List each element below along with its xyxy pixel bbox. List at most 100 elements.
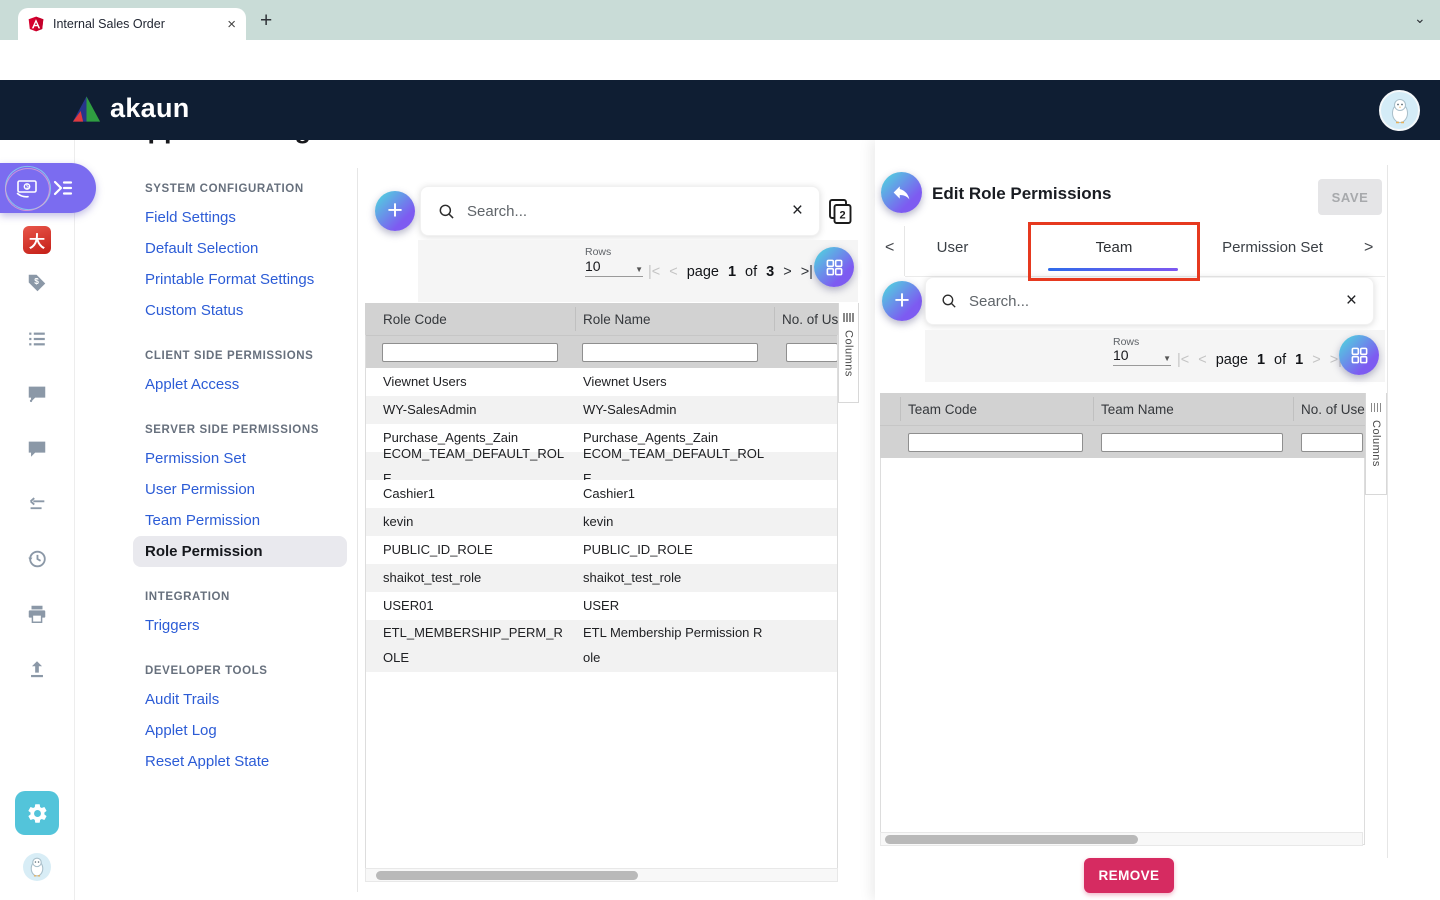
rail-app-tile-icon[interactable]: 大: [23, 226, 51, 254]
floating-sidebar-pill[interactable]: $: [0, 161, 96, 216]
drawer-back-button[interactable]: [881, 172, 922, 213]
team-code-filter-input[interactable]: [908, 433, 1083, 452]
cell-role-name: Viewnet Users: [583, 374, 667, 390]
table-row[interactable]: ETL_MEMBERSHIP_PERM_ROLE ETL Membership P…: [365, 620, 838, 672]
scrollbar-thumb[interactable]: [885, 835, 1138, 844]
role-search-bar[interactable]: ×: [420, 186, 820, 236]
listing-pager: |< < page 1 of 3 > >|: [648, 264, 813, 280]
first-page-button[interactable]: |<: [1177, 352, 1189, 368]
price-tag-icon[interactable]: $: [26, 272, 48, 294]
menu-item-user-permission[interactable]: User Permission: [145, 474, 350, 505]
decorative-ring: [1, 163, 54, 216]
team-name-filter-input[interactable]: [1101, 433, 1283, 452]
divider: [357, 168, 358, 892]
table-row[interactable]: Cashier1 Cashier1: [365, 480, 838, 508]
role-table-filter-row: [365, 335, 838, 368]
menu-item-custom-status[interactable]: Custom Status: [145, 295, 350, 326]
chat-bubble2-icon[interactable]: [26, 438, 48, 460]
table-row[interactable]: WY-SalesAdmin WY-SalesAdmin: [365, 396, 838, 424]
prev-page-button[interactable]: <: [1198, 352, 1206, 368]
penguin-icon: [1391, 98, 1408, 123]
annotation-highlight-box: [1028, 222, 1200, 281]
menu-item-applet-log[interactable]: Applet Log: [145, 715, 350, 746]
printer-icon[interactable]: [26, 603, 48, 625]
team-search-bar[interactable]: ×: [925, 277, 1374, 325]
next-page-button[interactable]: >: [1312, 352, 1320, 368]
browser-tab[interactable]: Internal Sales Order ×: [18, 8, 246, 40]
rail-penguin-avatar[interactable]: [23, 853, 51, 881]
columns-side-tab[interactable]: Columns: [838, 303, 859, 403]
list-icon[interactable]: [26, 328, 48, 350]
table-row[interactable]: Viewnet Users Viewnet Users: [365, 368, 838, 396]
menu-section-header: SERVER SIDE PERMISSIONS: [145, 424, 319, 436]
chat-bubble-icon[interactable]: [26, 383, 48, 405]
table-row[interactable]: shaikot_test_role shaikot_test_role: [365, 564, 838, 592]
role-name-filter-input[interactable]: [582, 343, 758, 362]
compare-arrows-icon[interactable]: [26, 494, 48, 516]
prev-page-button[interactable]: <: [669, 264, 677, 280]
clear-search-icon[interactable]: ×: [1346, 290, 1357, 312]
browser-toolbar: ← → ⟳ akaun.cloud/#/applet/tnt/wavelet/e…: [0, 40, 1440, 114]
history-clock-icon[interactable]: [26, 548, 48, 570]
menu-item-reset-applet-state[interactable]: Reset Applet State: [145, 746, 350, 777]
cell-role-code: shaikot_test_role: [383, 570, 482, 586]
horizontal-scrollbar[interactable]: [880, 832, 1363, 846]
add-role-button[interactable]: +: [375, 191, 415, 231]
add-team-button[interactable]: +: [882, 281, 922, 321]
no-of-users-filter-input[interactable]: [786, 343, 838, 362]
table-row[interactable]: USER01 USER: [365, 592, 838, 620]
last-page-button[interactable]: >|: [801, 264, 813, 280]
akaun-logo[interactable]: akaun: [70, 93, 190, 124]
cell-role-name: PUBLIC_ID_ROLE: [583, 542, 693, 558]
menu-item-team-permission[interactable]: Team Permission: [145, 505, 350, 536]
col-team-name[interactable]: Team Name: [1101, 402, 1174, 417]
col-role-code[interactable]: Role Code: [383, 312, 447, 327]
menu-item-role-permission-selected[interactable]: Role Permission: [133, 536, 347, 567]
rows-per-page-select[interactable]: 10 ▼: [1113, 347, 1171, 366]
col-no-of-users[interactable]: No. of Users: [1301, 402, 1365, 417]
grid-view-button[interactable]: [814, 247, 854, 287]
first-page-button[interactable]: |<: [648, 264, 660, 280]
new-tab-button[interactable]: +: [260, 9, 272, 33]
role-code-filter-input[interactable]: [382, 343, 558, 362]
tab-user[interactable]: User: [915, 239, 990, 256]
col-role-name[interactable]: Role Name: [583, 312, 651, 327]
tabs-scroll-right-icon[interactable]: >: [1364, 239, 1373, 257]
tab-permission-set[interactable]: Permission Set: [1215, 239, 1330, 256]
role-search-input[interactable]: [465, 201, 792, 221]
grid-icon: [826, 259, 842, 275]
table-row[interactable]: ECOM_TEAM_DEFAULT_ROLE ECOM_TEAM_DEFAULT_…: [365, 446, 838, 486]
upload-icon[interactable]: [26, 658, 48, 680]
collapse-menu-icon[interactable]: [52, 178, 74, 198]
next-page-button[interactable]: >: [783, 264, 791, 280]
tab-close-icon[interactable]: ×: [227, 17, 236, 32]
page-word: page: [1215, 352, 1248, 368]
save-button[interactable]: SAVE: [1318, 179, 1382, 215]
table-row[interactable]: kevin kevin: [365, 508, 838, 536]
columns-side-tab[interactable]: Columns: [1365, 393, 1387, 495]
menu-item-audit-trails[interactable]: Audit Trails: [145, 684, 350, 715]
menu-item-printable-format-settings[interactable]: Printable Format Settings: [145, 264, 350, 295]
team-search-input[interactable]: [967, 291, 1346, 311]
no-of-users-filter-input[interactable]: [1301, 433, 1363, 452]
settings-gear-button[interactable]: [15, 791, 59, 835]
tab-search-chevron-icon[interactable]: ⌄: [1414, 10, 1426, 27]
horizontal-scrollbar[interactable]: [365, 868, 838, 882]
menu-item-default-selection[interactable]: Default Selection: [145, 233, 350, 264]
scrollbar-thumb[interactable]: [376, 871, 638, 880]
grid-view-button[interactable]: [1339, 335, 1379, 375]
col-team-code[interactable]: Team Code: [908, 402, 977, 417]
angular-favicon: [28, 16, 44, 32]
menu-item-field-settings[interactable]: Field Settings: [145, 202, 350, 233]
clear-search-icon[interactable]: ×: [792, 200, 803, 222]
menu-item-applet-access[interactable]: Applet Access: [145, 369, 350, 400]
menu-item-permission-set[interactable]: Permission Set: [145, 443, 350, 474]
rows-per-page-select[interactable]: 10 ▼: [585, 258, 643, 277]
app-user-avatar[interactable]: [1379, 90, 1420, 131]
table-row[interactable]: PUBLIC_ID_ROLE PUBLIC_ID_ROLE: [365, 536, 838, 564]
menu-item-triggers[interactable]: Triggers: [145, 610, 350, 641]
remove-button[interactable]: REMOVE: [1084, 858, 1174, 893]
duplicate-pages-icon[interactable]: 2: [826, 197, 853, 226]
tabs-scroll-left-icon[interactable]: <: [885, 239, 894, 257]
columns-tab-label: Columns: [1370, 420, 1382, 467]
